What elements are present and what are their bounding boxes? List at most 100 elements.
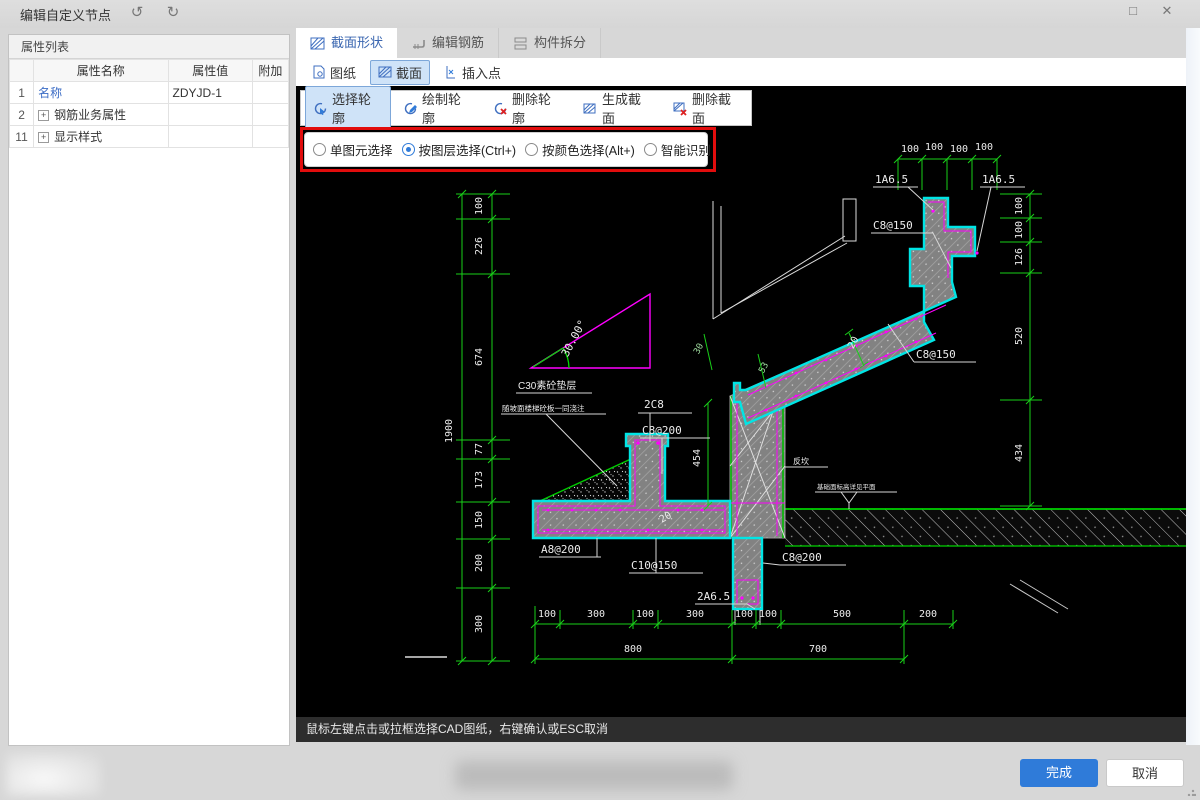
property-header-row: 属性名称 属性值 附加 <box>8 59 290 82</box>
window-title: 编辑自定义节点 <box>20 8 112 23</box>
select-profile-button[interactable]: 选择轮廓 <box>305 86 391 130</box>
generate-section-button[interactable]: 生成截面 <box>575 86 661 130</box>
dim-label: 200 <box>919 609 937 620</box>
undo-icon[interactable]: ↺ <box>126 3 148 21</box>
property-panel-title: 属性列表 <box>9 35 289 59</box>
drawing-button[interactable]: 图纸 <box>304 60 364 85</box>
dim-label: 100 <box>975 142 993 153</box>
dim-label: 100 <box>925 142 943 153</box>
dim-label: 100 <box>538 609 556 620</box>
radio-icon <box>525 143 539 156</box>
material-label: C30素砼垫层 <box>518 379 576 392</box>
dim-label: 30 <box>692 342 706 356</box>
tab-edit-rebar[interactable]: 编辑钢筋 <box>397 28 500 58</box>
maximize-icon[interactable]: □ <box>1122 3 1144 18</box>
blurred-watermark <box>455 761 733 790</box>
tab-split-component[interactable]: 构件拆分 <box>499 28 602 58</box>
draw-profile-button[interactable]: 绘制轮廓 <box>395 86 481 130</box>
table-row[interactable]: 2 + 钢筋业务属性 <box>8 103 290 126</box>
dim-label: 77 <box>474 443 485 455</box>
dim-label: 500 <box>833 609 851 620</box>
radio-icon <box>313 143 326 156</box>
dim-label: 300 <box>587 609 605 620</box>
section-button[interactable]: 截面 <box>370 59 431 85</box>
rebar-label: C8@200 <box>782 551 822 564</box>
table-row[interactable]: 1 名称 ZDYJD-1 <box>8 81 290 104</box>
col-header-value: 属性值 <box>167 59 253 82</box>
dim-label: 173 <box>474 471 485 489</box>
dim-label: 200 <box>474 554 485 572</box>
rebar-label: 2A6.5 <box>697 590 730 603</box>
dim-label: 100 <box>1014 221 1025 239</box>
dim-label: 300 <box>474 615 485 633</box>
slope-triangle: 30.00° <box>528 292 651 369</box>
toolbar-main: 图纸 截面 插入点 <box>296 58 1186 86</box>
dim-label: 100 <box>474 197 485 215</box>
delete-section-button[interactable]: 删除截面 <box>665 86 751 130</box>
angle-label: 30.00° <box>559 318 589 359</box>
tab-section-shape[interactable]: 截面形状 <box>296 28 398 58</box>
tab-bar: 截面形状 编辑钢筋 构件拆分 <box>296 28 602 58</box>
rebar-label: 2C8 <box>644 398 664 411</box>
property-panel: 属性列表 属性名称 属性值 附加 1 名称 ZDYJD-1 2 + 钢筋业务属性 … <box>8 34 290 746</box>
rebar-label: C10@150 <box>631 559 677 572</box>
blurred-corner <box>6 752 101 796</box>
expand-icon[interactable]: + <box>38 132 50 143</box>
radio-smart-recognition[interactable]: 智能识别 <box>643 140 711 159</box>
table-row[interactable]: 11 + 显示样式 <box>8 125 290 148</box>
dim-label: 100 <box>950 144 968 155</box>
close-icon[interactable]: ✕ <box>1156 3 1178 19</box>
cancel-button[interactable]: 取消 <box>1106 759 1184 787</box>
note-label: 随坡面楼梯砼板一同浇注 <box>502 403 585 413</box>
sheet-icon <box>312 65 326 79</box>
dim-label: 800 <box>624 644 642 655</box>
split-icon <box>513 36 528 51</box>
col-header-name: 属性名称 <box>33 59 169 82</box>
dim-label: 100 <box>636 609 654 620</box>
rebar-label: A8@200 <box>541 543 581 556</box>
prop-name: 钢筋业务属性 <box>54 108 127 122</box>
dim-label: 434 <box>1014 444 1025 462</box>
insert-point-button[interactable]: 插入点 <box>436 60 509 85</box>
redo-icon[interactable]: ↻ <box>162 3 184 21</box>
profile-toolbar: 选择轮廓 绘制轮廓 删除轮廓 生成截面 删除截面 <box>300 86 752 130</box>
radio-single-element[interactable]: 单图元选择 <box>313 140 393 159</box>
delete-section-icon <box>673 101 688 116</box>
radio-icon <box>643 143 657 156</box>
col-header-extra: 附加 <box>251 59 290 82</box>
dim-label: 150 <box>474 511 485 529</box>
dim-label: 126 <box>1014 248 1025 266</box>
dim-label: 100 <box>901 144 919 155</box>
rebar-label: 1A6.5 <box>875 173 908 186</box>
select-profile-icon <box>313 101 328 116</box>
delete-profile-button[interactable]: 删除轮廓 <box>485 86 571 130</box>
cad-canvas[interactable]: 30.00° 1900 100 226 674 77 173 150 200 3… <box>296 86 1186 717</box>
hatch-square-icon <box>310 36 325 51</box>
radio-by-color[interactable]: 按颜色选择(Alt+) <box>525 140 635 159</box>
dim-label: 1900 <box>444 419 455 443</box>
rebar-label: C8@150 <box>873 219 913 232</box>
stub-section[interactable] <box>731 536 764 611</box>
delete-profile-icon <box>493 101 508 116</box>
rebar-label: C8@150 <box>916 348 956 361</box>
resize-grip[interactable] <box>1187 787 1196 796</box>
finish-button[interactable]: 完成 <box>1020 759 1098 787</box>
right-edge-strip <box>1186 28 1200 745</box>
prop-value[interactable]: ZDYJD-1 <box>167 81 253 104</box>
prop-name[interactable]: 名称 <box>38 86 62 100</box>
note-label: 基础面标高详见平面 <box>817 482 876 491</box>
note-label: 反坎 <box>793 456 809 466</box>
rebar-label: 1A6.5 <box>982 173 1015 186</box>
dim-label: 53 <box>757 361 771 375</box>
radio-icon <box>401 143 415 156</box>
expand-icon[interactable]: + <box>38 110 50 121</box>
insert-point-icon <box>444 65 458 79</box>
ground-strip <box>785 508 1186 614</box>
rebar-icon <box>411 36 426 51</box>
dim-label: 674 <box>474 348 485 366</box>
dim-label: 226 <box>474 237 485 255</box>
status-text: 鼠标左键点击或拉框选择CAD图纸，右键确认或ESC取消 <box>306 722 609 736</box>
status-bar: 鼠标左键点击或拉框选择CAD图纸，右键确认或ESC取消 <box>296 717 1186 742</box>
radio-by-layer[interactable]: 按图层选择(Ctrl+) <box>401 140 516 159</box>
dim-label: 300 <box>686 609 704 620</box>
